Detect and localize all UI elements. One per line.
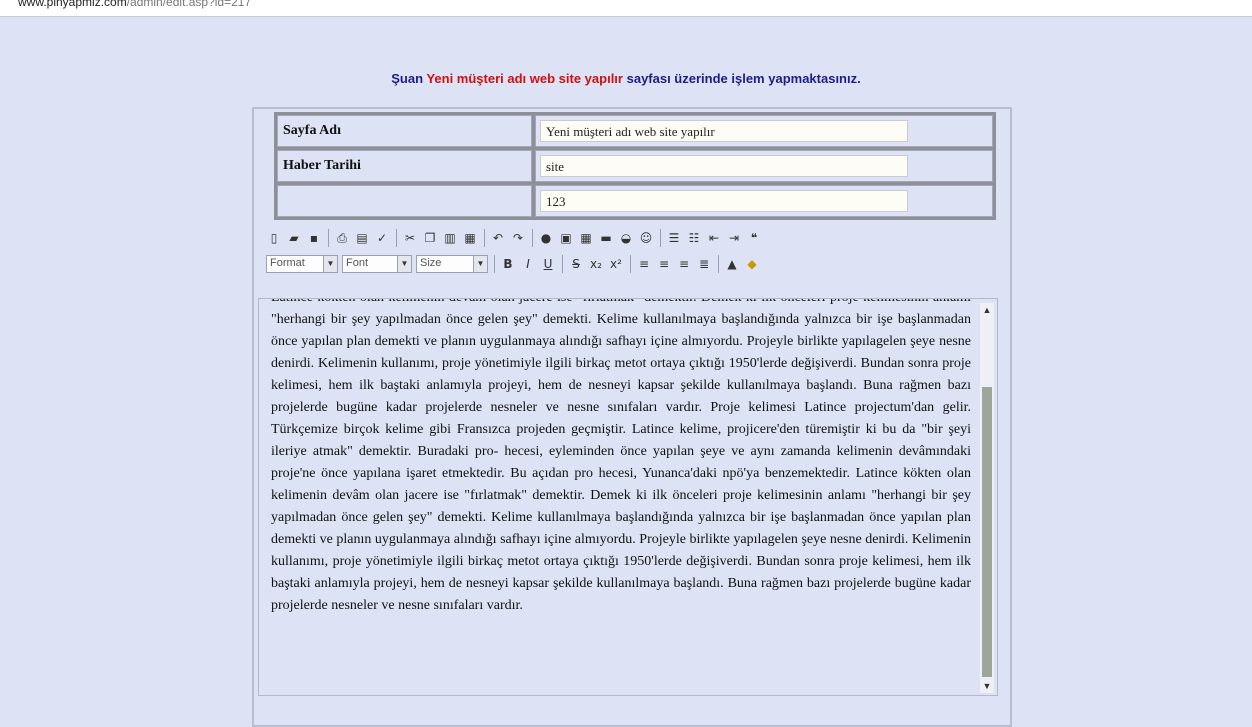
heading-suffix: sayfası üzerinde işlem yapmaktasınız. xyxy=(626,71,861,86)
editor-toolbar-row2: Format ▼ Font ▼ Size ▼ B I U S x₂ x² ≡ ≡… xyxy=(266,252,1006,276)
new-document-icon[interactable]: ▯ xyxy=(266,230,282,246)
bold-icon[interactable]: B xyxy=(500,256,516,272)
copy-icon[interactable]: ❐ xyxy=(422,230,438,246)
strikethrough-icon[interactable]: S xyxy=(568,256,584,272)
unordered-list-icon[interactable]: ☷ xyxy=(686,230,702,246)
background-color-icon[interactable]: ◆ xyxy=(744,256,760,272)
toolbar-separator xyxy=(660,229,661,247)
form-icon[interactable]: ◒ xyxy=(618,230,634,246)
format-select-label: Format xyxy=(270,257,305,269)
editor-content[interactable]: Latince kökten olan kelimenin devâm olan… xyxy=(271,299,971,617)
paste-icon[interactable]: ▥ xyxy=(442,230,458,246)
editor-toolbar-row1: ▯ ▰ ▪ ⎙ ▤ ✓ ✂ ❐ ▥ ▦ ↶ ↷ ● ▣ ▦ ▬ ◒ ☺ ☰ ☷ … xyxy=(266,226,1006,250)
preview-icon[interactable]: ▤ xyxy=(354,230,370,246)
print-icon[interactable]: ⎙ xyxy=(334,230,350,246)
outdent-icon[interactable]: ⇤ xyxy=(706,230,722,246)
redo-icon[interactable]: ↷ xyxy=(510,230,526,246)
toolbar-separator xyxy=(396,229,397,247)
third-input[interactable]: 123 xyxy=(540,190,908,212)
page-name-cell: Yeni müşteri adı web site yapılır xyxy=(535,115,993,147)
size-select[interactable]: Size ▼ xyxy=(416,255,488,273)
smiley-icon[interactable]: ☺ xyxy=(638,230,654,246)
editor-scrollbar[interactable]: ▲ ▼ xyxy=(980,303,994,693)
indent-icon[interactable]: ⇥ xyxy=(726,230,742,246)
undo-icon[interactable]: ↶ xyxy=(490,230,506,246)
page-name-input[interactable]: Yeni müşteri adı web site yapılır xyxy=(540,120,908,142)
news-date-cell: site xyxy=(535,150,993,182)
form-row-page-name: Sayfa Adı Yeni müşteri adı web site yapı… xyxy=(277,115,993,147)
align-left-icon[interactable]: ≡ xyxy=(636,256,652,272)
table-icon[interactable]: ▦ xyxy=(578,230,594,246)
open-folder-icon[interactable]: ▰ xyxy=(286,230,302,246)
news-date-input[interactable]: site xyxy=(540,155,908,177)
browser-address-bar[interactable]: www.pinyapmiz.com/admin/edit.asp?id=217 xyxy=(0,0,1252,17)
toolbar-separator xyxy=(532,229,533,247)
size-select-label: Size xyxy=(420,257,442,269)
scroll-up-icon[interactable]: ▲ xyxy=(980,303,994,317)
chevron-down-icon: ▼ xyxy=(323,256,337,272)
font-select-label: Font xyxy=(346,257,369,269)
italic-icon[interactable]: I xyxy=(520,256,536,272)
blockquote-icon[interactable]: ❝ xyxy=(746,230,762,246)
page-name-label: Sayfa Adı xyxy=(277,115,532,147)
heading-page-name: Yeni müşteri adı web site yapılır xyxy=(426,71,623,86)
chevron-down-icon: ▼ xyxy=(397,256,411,272)
cut-icon[interactable]: ✂ xyxy=(402,230,418,246)
form-row-news-date: Haber Tarihi site xyxy=(277,150,993,182)
image-icon[interactable]: ▣ xyxy=(558,230,574,246)
spellcheck-icon[interactable]: ✓ xyxy=(374,230,390,246)
align-justify-icon[interactable]: ≣ xyxy=(696,256,712,272)
ordered-list-icon[interactable]: ☰ xyxy=(666,230,682,246)
save-icon[interactable]: ▪ xyxy=(306,230,322,246)
format-select[interactable]: Format ▼ xyxy=(266,255,338,273)
underline-icon[interactable]: U xyxy=(540,256,556,272)
url-text[interactable]: www.pinyapmiz.com/admin/edit.asp?id=217 xyxy=(18,0,251,8)
heading-prefix: Şuan xyxy=(391,71,424,86)
toolbar-separator xyxy=(718,255,719,273)
toolbar-separator xyxy=(562,255,563,273)
flash-icon[interactable]: ▬ xyxy=(598,230,614,246)
third-label xyxy=(277,185,532,217)
text-color-icon[interactable]: ▲ xyxy=(724,256,740,272)
align-center-icon[interactable]: ≡ xyxy=(656,256,672,272)
toolbar-separator xyxy=(328,229,329,247)
scroll-down-icon[interactable]: ▼ xyxy=(980,679,994,693)
toolbar-separator xyxy=(630,255,631,273)
subscript-icon[interactable]: x₂ xyxy=(588,256,604,272)
paste-word-icon[interactable]: ▦ xyxy=(462,230,478,246)
scrollbar-thumb[interactable] xyxy=(982,387,992,677)
page-form: Sayfa Adı Yeni müşteri adı web site yapı… xyxy=(274,112,996,220)
form-row-third: 123 xyxy=(277,185,993,217)
align-right-icon[interactable]: ≡ xyxy=(676,256,692,272)
link-icon[interactable]: ● xyxy=(538,230,554,246)
rich-text-editor[interactable]: Latince kökten olan kelimenin devâm olan… xyxy=(258,298,998,696)
page-heading: Şuan Yeni müşteri adı web site yapılır s… xyxy=(0,71,1252,86)
superscript-icon[interactable]: x² xyxy=(608,256,624,272)
news-date-label: Haber Tarihi xyxy=(277,150,532,182)
font-select[interactable]: Font ▼ xyxy=(342,255,412,273)
toolbar-separator xyxy=(494,255,495,273)
chevron-down-icon: ▼ xyxy=(473,256,487,272)
toolbar-separator xyxy=(484,229,485,247)
third-cell: 123 xyxy=(535,185,993,217)
